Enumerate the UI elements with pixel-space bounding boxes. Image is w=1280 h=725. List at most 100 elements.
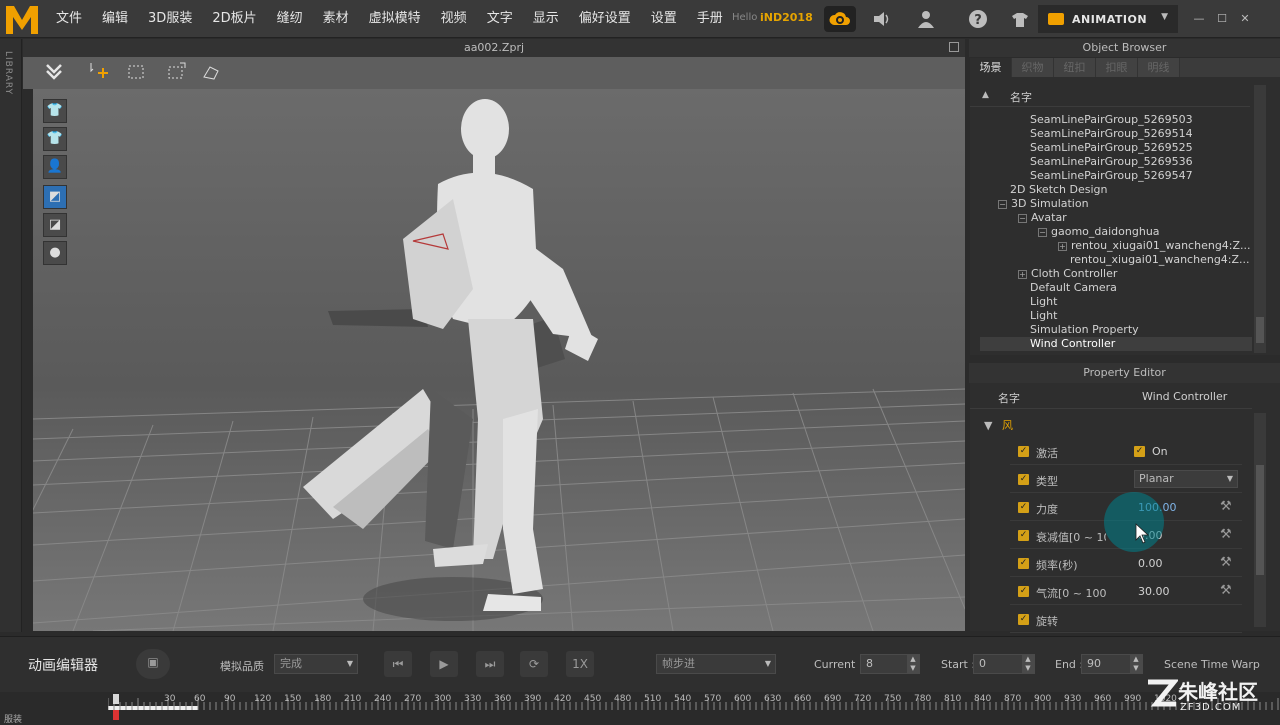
tree-item[interactable]: − gaomo_daidonghua: [970, 225, 1160, 239]
section-wind[interactable]: ▼ 风: [984, 417, 1013, 433]
library-strip[interactable]: LIBRARY: [0, 39, 22, 632]
tree-item[interactable]: SeamLinePairGroup_5269503: [970, 113, 1193, 127]
select-move-tool-icon[interactable]: [87, 61, 113, 85]
tree-item[interactable]: − Avatar: [970, 211, 1067, 225]
timeline[interactable]: 30 60 90 120 150 180 210 240 270 300 330 360 390 420 4…: [0, 692, 1280, 725]
tree-item[interactable]: + Cloth Controller: [970, 267, 1117, 281]
avatar-tool-icon[interactable]: 👤: [43, 155, 67, 179]
avatar-head-tool-icon[interactable]: ●: [43, 241, 67, 265]
end-frame-input[interactable]: 90 ▲ ▼: [1081, 654, 1143, 674]
enable-checkbox[interactable]: ✓: [1018, 446, 1029, 457]
spinner-icon[interactable]: ▲ ▼: [907, 655, 919, 673]
shirt-tool-icon[interactable]: 👕: [43, 99, 67, 123]
sort-up-icon[interactable]: ▲: [982, 90, 989, 100]
wrench-icon[interactable]: ⚒: [1220, 499, 1232, 514]
scene-time-warp-label[interactable]: Scene Time Warp: [1164, 658, 1260, 671]
tree-item[interactable]: + rentou_xiugai01_wancheng4:Z...: [970, 239, 1251, 253]
step-select[interactable]: 帧步进 ▼: [656, 654, 776, 674]
tree-item[interactable]: SeamLinePairGroup_5269547: [970, 169, 1193, 183]
tree-item[interactable]: SeamLinePairGroup_5269525: [970, 141, 1193, 155]
minimize-icon[interactable]: —: [1192, 12, 1206, 26]
tab-3[interactable]: 扣眼: [1096, 58, 1138, 77]
username[interactable]: iND2018: [760, 11, 813, 24]
spinner-icon[interactable]: ▲ ▼: [1022, 655, 1034, 673]
menu-item-8[interactable]: 文字: [477, 0, 523, 38]
speed-button[interactable]: 1X: [566, 651, 594, 677]
current-frame-input[interactable]: 8 ▲ ▼: [860, 654, 920, 674]
speaker-icon[interactable]: [868, 6, 896, 32]
menu-item-9[interactable]: 显示: [523, 0, 569, 38]
enable-checkbox[interactable]: ✓: [1018, 586, 1029, 597]
mode-selector[interactable]: ANIMATION ▼: [1038, 5, 1178, 33]
box-select-tool-icon[interactable]: [123, 61, 149, 85]
skip-start-icon[interactable]: ⏮: [384, 651, 412, 677]
play-icon[interactable]: ▶: [430, 651, 458, 677]
menu-item-3[interactable]: 2D板片: [202, 0, 266, 38]
wrench-icon[interactable]: ⚒: [1220, 583, 1232, 598]
enable-checkbox[interactable]: ✓: [1018, 502, 1029, 513]
enable-checkbox[interactable]: ✓: [1018, 530, 1029, 541]
wrench-icon[interactable]: ⚒: [1220, 527, 1232, 542]
close-icon[interactable]: ✕: [1238, 12, 1252, 26]
expand-icon[interactable]: [949, 42, 959, 52]
expand-icon[interactable]: +: [1058, 242, 1067, 251]
menu-item-11[interactable]: 设置: [641, 0, 687, 38]
spinner-icon[interactable]: ▲ ▼: [1130, 655, 1142, 673]
menu-item-2[interactable]: 3D服装: [138, 0, 202, 38]
quality-select[interactable]: 完成 ▼: [274, 654, 358, 674]
texture-tool-icon[interactable]: ◩: [43, 185, 67, 209]
tab-4[interactable]: 明线: [1138, 58, 1180, 77]
expand-icon[interactable]: +: [1018, 270, 1027, 279]
playhead[interactable]: [110, 692, 120, 720]
tab-2[interactable]: 纽扣: [1054, 58, 1096, 77]
start-frame-input[interactable]: 0 ▲ ▼: [973, 654, 1035, 674]
record-camera-icon[interactable]: ▣: [136, 649, 170, 679]
loop-icon[interactable]: ⟳: [520, 651, 548, 677]
tree-item[interactable]: rentou_xiugai01_wancheng4:Z...: [970, 253, 1250, 267]
tree-item[interactable]: Light: [970, 309, 1057, 323]
menu-item-1[interactable]: 编辑: [92, 0, 138, 38]
object-browser-column-header[interactable]: ▲ 名字: [970, 85, 1250, 107]
tree-item[interactable]: Simulation Property: [970, 323, 1139, 337]
tree-item[interactable]: Light: [970, 295, 1057, 309]
skip-end-icon[interactable]: ⏭: [476, 651, 504, 677]
menu-item-4[interactable]: 缝纫: [267, 0, 313, 38]
type-select[interactable]: Planar ▼: [1134, 470, 1238, 488]
menu-item-7[interactable]: 视频: [431, 0, 477, 38]
transform-tool-icon[interactable]: [163, 61, 189, 85]
maximize-icon[interactable]: ☐: [1215, 12, 1229, 26]
enable-checkbox[interactable]: ✓: [1018, 474, 1029, 485]
user-icon[interactable]: [912, 6, 940, 32]
wrench-icon[interactable]: ⚒: [1220, 555, 1232, 570]
menu-item-12[interactable]: 手册: [687, 0, 733, 38]
menu-item-6[interactable]: 虚拟模特: [359, 0, 431, 38]
property-editor-scrollbar[interactable]: [1254, 413, 1266, 627]
garment-tool-icon[interactable]: 👕: [43, 127, 67, 151]
menu-item-5[interactable]: 素材: [313, 0, 359, 38]
enable-checkbox[interactable]: ✓: [1018, 614, 1029, 625]
tree-item[interactable]: SeamLinePairGroup_5269536: [970, 155, 1193, 169]
down-arrow-tool-icon[interactable]: [41, 61, 67, 85]
tree-item[interactable]: Default Camera: [970, 281, 1117, 295]
help-icon[interactable]: ?: [964, 6, 992, 32]
app-logo-icon[interactable]: [4, 2, 40, 36]
tree-item[interactable]: −3D Simulation: [970, 197, 1089, 211]
value-checkbox[interactable]: ✓: [1134, 446, 1145, 457]
tab-1[interactable]: 织物: [1012, 58, 1054, 77]
add-avatar-icon[interactable]: [1006, 6, 1034, 32]
tab-0[interactable]: 场景: [970, 58, 1012, 77]
collapse-icon[interactable]: −: [1018, 214, 1027, 223]
3d-viewport[interactable]: 👕 👕 👤 ◩ ◪ ●: [33, 89, 965, 631]
menu-item-10[interactable]: 偏好设置: [569, 0, 641, 38]
property-value-input[interactable]: 30.00: [1138, 585, 1170, 598]
menu-item-0[interactable]: 文件: [46, 0, 92, 38]
collapse-icon[interactable]: −: [998, 200, 1007, 209]
property-value-input[interactable]: 0.00: [1138, 557, 1163, 570]
enable-checkbox[interactable]: ✓: [1018, 558, 1029, 569]
eraser-tool-icon[interactable]: ◪: [43, 213, 67, 237]
object-browser-scrollbar[interactable]: [1254, 85, 1266, 353]
tree-item[interactable]: 2D Sketch Design: [970, 183, 1108, 197]
collapse-icon[interactable]: −: [1038, 228, 1047, 237]
cloud-sync-icon[interactable]: [824, 6, 856, 32]
tree-item[interactable]: SeamLinePairGroup_5269514: [970, 127, 1193, 141]
